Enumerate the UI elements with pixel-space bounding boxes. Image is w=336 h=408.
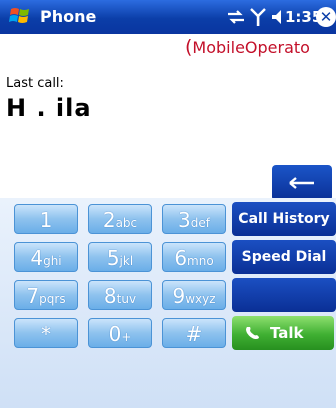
close-icon[interactable]: ✕ (316, 7, 336, 27)
key-2[interactable]: 2abc (88, 204, 152, 234)
key-8[interactable]: 8tuv (88, 280, 152, 310)
signal-icon[interactable] (250, 7, 266, 27)
status-icons: 1:35 ✕ (0, 0, 336, 34)
call-history-button[interactable]: Call History (232, 202, 336, 236)
title-bar: Phone 1:35 ✕ (0, 0, 336, 34)
operator-logo: (MobileOperato (185, 36, 310, 58)
key-0[interactable]: 0+ (88, 318, 152, 348)
key-7[interactable]: 7pqrs (14, 280, 78, 310)
last-call-name: H . ila (6, 94, 92, 122)
operator-name: MobileOperato (192, 38, 310, 57)
key-star[interactable]: * (14, 318, 78, 348)
key-4[interactable]: 4ghi (14, 242, 78, 272)
phone-handset-icon (246, 327, 259, 339)
back-arrow-icon (289, 177, 314, 189)
key-3[interactable]: 3def (162, 204, 226, 234)
key-5[interactable]: 5jkl (88, 242, 152, 272)
key-6[interactable]: 6mno (162, 242, 226, 272)
keypad: 1 2abc 3def Call History 4ghi 5jkl 6mno … (0, 198, 336, 408)
blank-function-button[interactable] (232, 278, 336, 312)
speed-dial-button[interactable]: Speed Dial (232, 240, 336, 274)
backspace-button[interactable] (272, 165, 332, 201)
key-1[interactable]: 1 (14, 204, 78, 234)
key-9[interactable]: 9wxyz (162, 280, 226, 310)
talk-button[interactable]: Talk (232, 316, 334, 350)
talk-label: Talk (270, 324, 304, 342)
last-call-label: Last call: (6, 76, 64, 91)
connectivity-icon[interactable] (226, 8, 246, 26)
key-hash[interactable]: # (162, 318, 226, 348)
